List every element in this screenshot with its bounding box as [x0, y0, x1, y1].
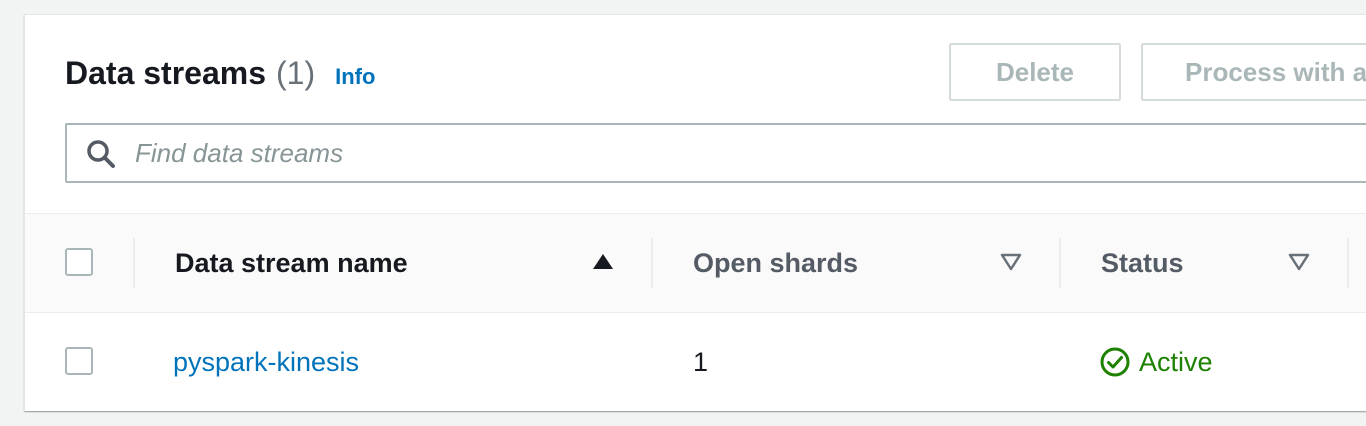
column-header-status[interactable]: Status — [1101, 214, 1184, 312]
column-separator — [1347, 238, 1349, 288]
column-separator — [1059, 238, 1061, 288]
data-streams-panel: Data streams (1) Info Delete Process wit… — [24, 14, 1366, 411]
panel-header: Data streams (1) Info — [65, 55, 375, 92]
process-with-button[interactable]: Process with a — [1141, 43, 1366, 101]
search-field[interactable] — [65, 123, 1366, 183]
sort-descending-icon[interactable] — [1287, 250, 1311, 274]
status-check-icon — [1100, 347, 1130, 377]
stream-count: (1) — [276, 55, 316, 91]
select-all-checkbox[interactable] — [65, 248, 93, 276]
column-header-open-shards[interactable]: Open shards — [693, 214, 858, 312]
sort-descending-icon[interactable] — [999, 250, 1023, 274]
table-row: pyspark-kinesis 1 Active — [25, 313, 1366, 411]
open-shards-value: 1 — [693, 346, 709, 377]
column-header-label: Data stream name — [175, 247, 408, 278]
status-badge: Active — [1099, 313, 1213, 411]
column-header-label: Open shards — [693, 247, 859, 278]
page-title: Data streams — [65, 55, 266, 91]
stream-name-link[interactable]: pyspark-kinesis — [173, 313, 359, 411]
info-link[interactable]: Info — [335, 64, 375, 90]
status-label: Active — [1139, 346, 1213, 377]
column-separator — [651, 238, 653, 288]
table-header: Data stream name Open shards Status — [25, 214, 1366, 313]
delete-button[interactable]: Delete — [949, 43, 1121, 101]
search-input[interactable] — [135, 125, 1366, 181]
column-separator — [133, 238, 135, 288]
row-select-checkbox[interactable] — [65, 347, 93, 375]
search-icon — [87, 140, 115, 168]
column-header-label: Status — [1101, 247, 1184, 278]
sort-ascending-icon[interactable] — [591, 250, 615, 274]
column-header-name[interactable]: Data stream name — [175, 214, 408, 312]
